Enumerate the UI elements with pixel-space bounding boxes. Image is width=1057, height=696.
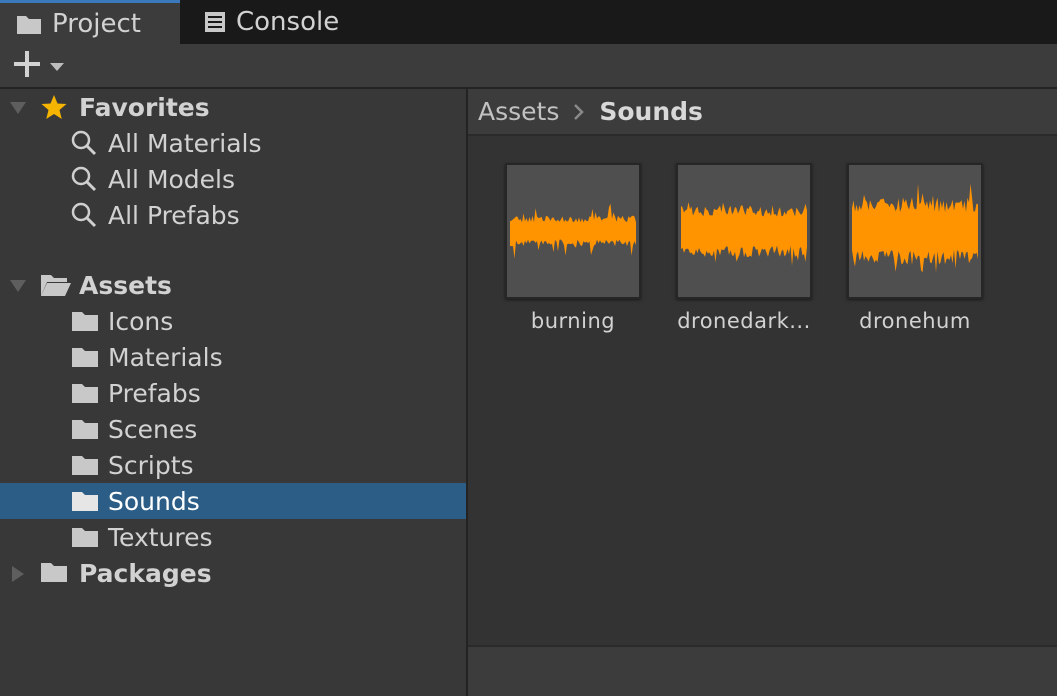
tree-item-label: Materials bbox=[108, 342, 223, 372]
tree-item-favorites[interactable]: Favorites bbox=[0, 89, 466, 125]
tree-item-label: Textures bbox=[108, 522, 213, 552]
project-tree: Favorites All Materials All Models All P… bbox=[0, 89, 466, 696]
breadcrumb: Assets Sounds bbox=[468, 89, 1057, 136]
tree-item-textures[interactable]: Textures bbox=[0, 519, 466, 555]
star-icon bbox=[40, 93, 68, 121]
tree-item-all-materials[interactable]: All Materials bbox=[0, 125, 466, 161]
tree-item-label: Sounds bbox=[108, 486, 200, 516]
toolbar bbox=[0, 44, 1057, 89]
tree-item-all-models[interactable]: All Models bbox=[0, 161, 466, 197]
chevron-down-icon bbox=[50, 57, 64, 76]
chevron-right-icon bbox=[573, 103, 585, 121]
tree-item-all-prefabs[interactable]: All Prefabs bbox=[0, 197, 466, 233]
tree-item-label: Favorites bbox=[79, 92, 210, 122]
folder-icon bbox=[71, 417, 99, 441]
tree-item-label: Assets bbox=[79, 270, 172, 300]
asset-name: burning bbox=[530, 309, 616, 333]
folder-icon bbox=[71, 381, 99, 405]
tree-item-label: All Models bbox=[108, 164, 236, 194]
folder-icon bbox=[71, 309, 99, 333]
tree-item-label: All Prefabs bbox=[108, 200, 240, 230]
waveform-shape bbox=[510, 203, 636, 259]
folder-icon bbox=[71, 489, 99, 513]
search-icon bbox=[70, 129, 98, 157]
search-icon bbox=[70, 165, 98, 193]
audio-waveform-thumbnail[interactable] bbox=[505, 163, 641, 299]
folder-icon bbox=[71, 525, 99, 549]
folder-icon bbox=[40, 560, 68, 584]
tree-item-label: Scripts bbox=[108, 450, 194, 480]
tab-console[interactable]: Console bbox=[180, 0, 370, 44]
plus-icon bbox=[12, 49, 42, 83]
tree-item-label: Icons bbox=[108, 306, 174, 336]
folder-open-icon bbox=[40, 272, 72, 298]
tree-item-label: Packages bbox=[79, 558, 212, 588]
asset-name: dronedark... bbox=[677, 309, 811, 333]
audio-waveform-thumbnail[interactable] bbox=[847, 163, 983, 299]
console-icon bbox=[204, 11, 226, 33]
asset-name: dronehum bbox=[859, 309, 971, 333]
tree-item-assets[interactable]: Assets bbox=[0, 267, 466, 303]
tab-console-label: Console bbox=[236, 7, 340, 37]
breadcrumb-sounds[interactable]: Sounds bbox=[599, 97, 703, 126]
tree-item-label: All Materials bbox=[108, 128, 262, 158]
audio-waveform-thumbnail[interactable] bbox=[676, 163, 812, 299]
folder-icon bbox=[71, 453, 99, 477]
tree-item-prefabs[interactable]: Prefabs bbox=[0, 375, 466, 411]
waveform-shape bbox=[852, 183, 978, 273]
tree-item-scenes[interactable]: Scenes bbox=[0, 411, 466, 447]
foldout-expanded-icon[interactable] bbox=[9, 277, 27, 295]
tree-item-label: Prefabs bbox=[108, 378, 201, 408]
tree-item-sounds[interactable]: Sounds bbox=[0, 483, 466, 519]
tree-item-label: Scenes bbox=[108, 414, 198, 444]
tree-item-scripts[interactable]: Scripts bbox=[0, 447, 466, 483]
tab-project-label: Project bbox=[52, 8, 141, 39]
foldout-expanded-icon[interactable] bbox=[9, 99, 27, 117]
folder-icon bbox=[71, 345, 99, 369]
status-bar bbox=[468, 645, 1057, 696]
tree-item-icons[interactable]: Icons bbox=[0, 303, 466, 339]
search-icon bbox=[70, 201, 98, 229]
tree-item-packages[interactable]: Packages bbox=[0, 555, 466, 591]
create-button[interactable] bbox=[12, 50, 72, 82]
folder-icon bbox=[16, 13, 42, 35]
waveform-shape bbox=[681, 202, 807, 266]
tree-item-materials[interactable]: Materials bbox=[0, 339, 466, 375]
breadcrumb-assets[interactable]: Assets bbox=[478, 97, 559, 126]
asset-browser: Assets Sounds burning dronedark... drone… bbox=[468, 89, 1057, 696]
tab-bar: Project Console bbox=[0, 0, 1057, 44]
tab-project[interactable]: Project bbox=[0, 0, 180, 44]
foldout-collapsed-icon[interactable] bbox=[9, 565, 27, 583]
